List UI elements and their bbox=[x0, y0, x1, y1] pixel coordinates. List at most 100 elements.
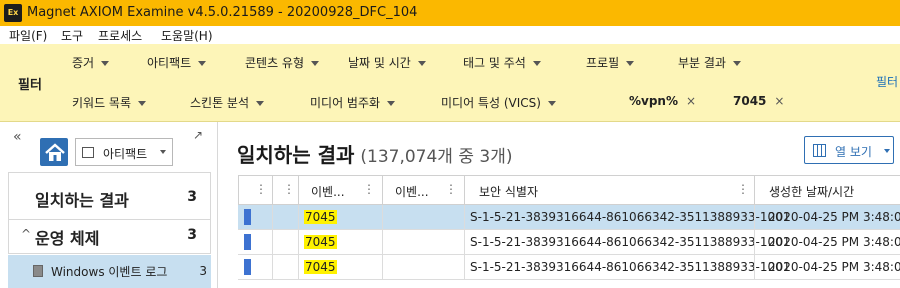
filter-profile-label: 프로필 bbox=[586, 56, 620, 70]
menu-process[interactable]: 프로세스 bbox=[98, 27, 142, 44]
filter-chip-7045[interactable]: 7045 × bbox=[733, 94, 784, 108]
filter-artifact-label: 아티팩트 bbox=[147, 56, 192, 70]
matching-results-label: 일치하는 결과 bbox=[35, 191, 129, 210]
row-marker-icon bbox=[244, 209, 251, 225]
filter-profile[interactable]: 프로필 bbox=[586, 54, 635, 71]
chevron-down-icon bbox=[387, 101, 396, 106]
table-row[interactable]: 7045 S-1-5-21-3839316644-861066342-35113… bbox=[238, 255, 900, 280]
chevron-down-icon bbox=[198, 61, 207, 66]
results-table: ⋮ ⋮ 이벤... ⋮ 이벤... ⋮ 보안 식별자 ⋮ 생성한 날짜/시간 7… bbox=[238, 175, 900, 288]
page-title: 일치하는 결과 (137,074개 중 3개) bbox=[237, 139, 512, 168]
results-count-text: (137,074개 중 3개) bbox=[360, 147, 513, 167]
table-header: ⋮ ⋮ 이벤... ⋮ 이벤... ⋮ 보안 식별자 ⋮ 생성한 날짜/시간 bbox=[238, 175, 900, 205]
filter-chip-vpn[interactable]: %vpn% × bbox=[629, 94, 696, 108]
menu-help[interactable]: 도움말(H) bbox=[161, 27, 213, 44]
event-id-cell: 7045 bbox=[304, 235, 337, 249]
filter-skin-tone-label: 스킨톤 분석 bbox=[190, 96, 250, 110]
window-title: Magnet AXIOM Examine v4.5.0.21589 - 2020… bbox=[27, 5, 418, 20]
column-header-security-id[interactable]: 보안 식별자 ⋮ bbox=[464, 176, 754, 205]
column-divider bbox=[754, 205, 755, 280]
left-panel: « 아티팩트 ↗ 일치하는 결과 3 ^ 운영 체제 3 Windows 이벤트… bbox=[0, 122, 218, 288]
column-header-marker[interactable]: ⋮ bbox=[238, 176, 272, 205]
created-cell: 2020-04-25 PM 3:48:05 bbox=[768, 260, 900, 274]
filter-keyword-list-label: 키워드 목록 bbox=[72, 96, 132, 110]
pin-icon[interactable]: ↗ bbox=[193, 128, 203, 142]
table-row[interactable]: 7045 S-1-5-21-3839316644-861066342-35113… bbox=[238, 230, 900, 255]
column-header-label: 이벤... bbox=[311, 185, 345, 199]
filter-media-category-label: 미디어 범주화 bbox=[310, 96, 381, 110]
menu-tools[interactable]: 도구 bbox=[61, 27, 83, 44]
table-row[interactable]: 7045 S-1-5-21-3839316644-861066342-35113… bbox=[238, 205, 900, 230]
column-menu-icon[interactable]: ⋮ bbox=[363, 182, 375, 196]
close-icon[interactable]: × bbox=[774, 94, 784, 108]
column-menu-icon[interactable]: ⋮ bbox=[283, 182, 295, 196]
filter-date-time-label: 날짜 및 시간 bbox=[348, 56, 411, 70]
filter-media-vics-label: 미디어 특성 (VICS) bbox=[441, 96, 541, 110]
artifact-view-label: 아티팩트 bbox=[103, 147, 148, 161]
column-header-label: 이벤... bbox=[395, 185, 429, 199]
filter-media-category[interactable]: 미디어 범주화 bbox=[310, 94, 396, 111]
matching-results-count: 3 bbox=[187, 189, 197, 205]
filter-evidence[interactable]: 증거 bbox=[72, 54, 110, 71]
column-menu-icon[interactable]: ⋮ bbox=[737, 182, 749, 196]
filter-content-type-label: 콘텐츠 유형 bbox=[245, 56, 305, 70]
chevron-down-icon bbox=[160, 150, 166, 154]
row-marker-icon bbox=[244, 259, 251, 275]
artifact-view-selector[interactable]: 아티팩트 bbox=[75, 138, 173, 166]
column-header-label: 생성한 날짜/시간 bbox=[769, 185, 855, 199]
event-id-cell: 7045 bbox=[304, 260, 337, 274]
column-header-event-desc[interactable]: 이벤... ⋮ bbox=[382, 176, 464, 205]
filter-chip-vpn-label: %vpn% bbox=[629, 94, 679, 108]
row-marker-icon bbox=[244, 234, 251, 250]
filter-bar: 필터 증거 아티팩트 콘텐츠 유형 날짜 및 시간 태그 및 주석 프로필 부분… bbox=[0, 44, 900, 122]
title-bar: Ex Magnet AXIOM Examine v4.5.0.21589 - 2… bbox=[0, 0, 900, 26]
column-header-created[interactable]: 생성한 날짜/시간 bbox=[754, 176, 900, 205]
filter-keyword-list[interactable]: 키워드 목록 bbox=[72, 94, 147, 111]
filter-link[interactable]: 필터 bbox=[876, 73, 898, 90]
chevron-up-icon[interactable]: ^ bbox=[21, 227, 31, 241]
column-divider bbox=[298, 205, 299, 280]
filter-chip-7045-label: 7045 bbox=[733, 94, 767, 108]
operating-system-section[interactable]: ^ 운영 체제 3 bbox=[8, 220, 211, 254]
column-header-label: 보안 식별자 bbox=[479, 185, 539, 199]
column-menu-icon[interactable]: ⋮ bbox=[445, 182, 457, 196]
app-icon: Ex bbox=[4, 4, 22, 22]
chevron-down-icon bbox=[547, 101, 556, 106]
home-button[interactable] bbox=[40, 138, 68, 166]
created-cell: 2020-04-25 PM 3:48:05 bbox=[768, 210, 900, 224]
menu-bar: 파일(F) 도구 프로세스 도움말(H) bbox=[0, 26, 900, 44]
sidebar-item-windows-event-log[interactable]: Windows 이벤트 로그 3 bbox=[8, 255, 211, 288]
chevron-down-icon bbox=[626, 61, 635, 66]
column-menu-icon[interactable]: ⋮ bbox=[255, 182, 267, 196]
column-header-event-id[interactable]: 이벤... ⋮ bbox=[298, 176, 382, 205]
column-header-flag[interactable]: ⋮ bbox=[272, 176, 298, 205]
close-icon[interactable]: × bbox=[686, 94, 696, 108]
home-icon bbox=[45, 143, 65, 161]
chevron-down-icon bbox=[311, 61, 320, 66]
filter-content-type[interactable]: 콘텐츠 유형 bbox=[245, 54, 320, 71]
collapse-icon[interactable]: « bbox=[13, 129, 22, 145]
security-id-cell: S-1-5-21-3839316644-861066342-3511388933… bbox=[470, 260, 791, 274]
column-view-label: 열 보기 bbox=[835, 145, 872, 159]
security-id-cell: S-1-5-21-3839316644-861066342-3511388933… bbox=[470, 210, 791, 224]
filter-skin-tone[interactable]: 스킨톤 분석 bbox=[190, 94, 265, 111]
filter-media-vics[interactable]: 미디어 특성 (VICS) bbox=[441, 94, 556, 111]
operating-system-label: 운영 체제 bbox=[35, 229, 100, 248]
column-divider bbox=[464, 205, 465, 280]
filter-partial-results[interactable]: 부분 결과 bbox=[678, 54, 741, 71]
filter-tags-comments[interactable]: 태그 및 주석 bbox=[463, 54, 541, 71]
filter-evidence-label: 증거 bbox=[72, 56, 95, 70]
menu-file[interactable]: 파일(F) bbox=[9, 27, 47, 44]
filter-tags-comments-label: 태그 및 주석 bbox=[463, 56, 526, 70]
windows-event-log-label: Windows 이벤트 로그 bbox=[51, 265, 168, 279]
matching-results-section[interactable]: 일치하는 결과 3 bbox=[8, 172, 211, 220]
filter-artifact[interactable]: 아티팩트 bbox=[147, 54, 207, 71]
windows-event-log-count: 3 bbox=[199, 264, 207, 278]
chevron-down-icon bbox=[884, 149, 890, 153]
filter-date-time[interactable]: 날짜 및 시간 bbox=[348, 54, 426, 71]
event-log-icon bbox=[33, 265, 43, 277]
chevron-down-icon bbox=[732, 61, 741, 66]
column-view-button[interactable]: 열 보기 bbox=[804, 136, 894, 164]
column-divider bbox=[272, 205, 273, 280]
security-id-cell: S-1-5-21-3839316644-861066342-3511388933… bbox=[470, 235, 791, 249]
